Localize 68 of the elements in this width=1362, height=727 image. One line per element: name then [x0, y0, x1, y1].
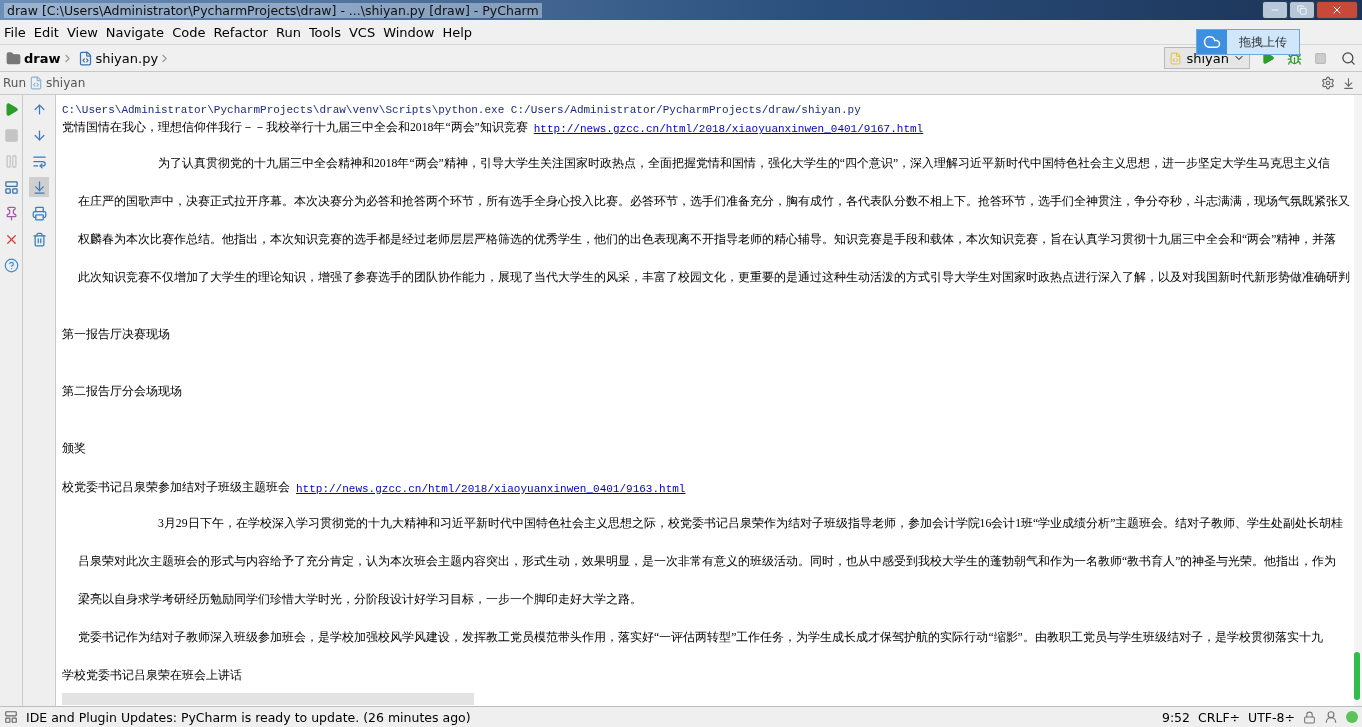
- panel-icon[interactable]: [4, 710, 18, 724]
- menu-item[interactable]: Navigate: [101, 24, 169, 40]
- run-panel-label: Run: [3, 76, 26, 90]
- status-message: IDE and Plugin Updates: PyCharm is ready to update. (26 minutes ago): [26, 709, 471, 725]
- scrollbar-thumb[interactable]: [1354, 652, 1360, 700]
- upload-tooltip[interactable]: 拖拽上传: [1196, 29, 1300, 55]
- folder-icon: [6, 50, 21, 66]
- pause-icon: [3, 153, 19, 169]
- paragraph-text: 为了认真贯彻党的十九届三中全会精神和2018年“两会”精神，引导大学生关注国家时政热点，全面把握党情和国情，强化大学生的“四个意识”，深入理解习近平新时代中国特色社会主义思想，进一步坚定大学生马克思主义信: [158, 156, 1331, 171]
- help-icon: [3, 257, 19, 273]
- close-icon: [1331, 4, 1343, 16]
- menu-item[interactable]: Window: [379, 24, 439, 40]
- maximize-button[interactable]: [1289, 1, 1315, 19]
- file-encoding[interactable]: UTF-8÷: [1248, 709, 1295, 725]
- menu-item[interactable]: Run: [271, 24, 305, 40]
- paragraph-text: 党委书记作为结对子教师深入班级参加班会，是学校加强校风学风建设，发挥教工党员模范带头作用，落实好“一评估两转型”工作任务，为学生成长成才保驾护航的实际行动“缩影”。由教职工党员与学生班级结对子，是学校贯彻落实十九: [78, 630, 1323, 645]
- paragraph-text: 3月29日下午，在学校深入学习贯彻党的十九大精神和习近平新时代中国特色社会主义思想之际，校党委书记吕泉荣作为结对子班级指导老师，参加会计学院16会计1班“学业成绩分析”主题班会。结对子教师、学生处副处长胡桂: [158, 516, 1344, 531]
- breadcrumb[interactable]: draw: [24, 50, 61, 66]
- menu-item[interactable]: Code: [168, 24, 210, 40]
- python-file-icon: [77, 50, 93, 66]
- caption-text: 学校党委书记吕泉荣在班会上讲话: [62, 668, 242, 683]
- run-icon: [3, 101, 19, 117]
- pin-icon: [3, 205, 19, 221]
- breadcrumb[interactable]: shiyan.py: [95, 50, 159, 66]
- layout-icon: [3, 179, 19, 195]
- person-icon[interactable]: [1324, 710, 1338, 724]
- paragraph-text: 此次知识竞赛不仅增加了大学生的理论知识，增强了参赛选手的团队协作能力，展现了当代大学生的风采，丰富了校园文化，更重要的是通过这种生动活泼的方式引导大学生对国家时政热点进行深入了解，以及对我国新时代新形势做准确研判: [78, 270, 1350, 285]
- cloud-icon: [1203, 33, 1221, 51]
- line-separator[interactable]: CRLF÷: [1198, 709, 1241, 725]
- paragraph-text: 吕泉荣对此次主题班会的形式与内容给予了充分肯定，认为本次班会主题内容突出，形式生动，效果明显，是一次非常有意义的班级活动。同时，也从中感受到我校大学生的蓬勃朝气和作为一名教师“教书育人”的神圣与光荣。他指出，作为: [78, 554, 1337, 569]
- run-tab[interactable]: shiyan: [46, 76, 86, 90]
- trash-icon: [31, 231, 47, 247]
- menu-item[interactable]: View: [62, 24, 102, 40]
- print-icon: [31, 205, 47, 221]
- paragraph-text: 在庄严的国歌声中，决赛正式拉开序幕。本次决赛分为必答和抢答两个环节，所有选手全身心投入比赛。必答环节，选手们准备充分，胸有成竹，各代表队分数不相上下。抢答环节，选手们全神贯注，争分夺秒，斗志满满，现场气氛既紧张又: [78, 194, 1350, 209]
- menu-item[interactable]: Help: [438, 24, 477, 40]
- close-button[interactable]: [1316, 1, 1358, 19]
- news-title: 党情国情在我心，理想信仰伴我行－－我校举行十九届三中全会和2018年“两会”知识竞赛: [62, 120, 528, 135]
- caption-text: 第一报告厅决赛现场: [62, 327, 170, 342]
- menu-item[interactable]: VCS: [344, 24, 380, 40]
- python-file-icon: [1169, 51, 1183, 65]
- menu-item[interactable]: File: [0, 24, 30, 40]
- news-title: 校党委书记吕泉荣参加结对子班级主题班会: [62, 480, 290, 495]
- news-link[interactable]: http://news.gzcc.cn/html/2018/xiaoyuanxinwen_0401/9163.html: [296, 483, 686, 495]
- window-title: draw [C:\Users\Administrator\PycharmProjects\draw] - ...\shiyan.py [draw] - PyCharm: [4, 2, 542, 18]
- search-icon: [1340, 50, 1356, 66]
- arrow-down-icon: [31, 127, 47, 143]
- menu-item[interactable]: Tools: [304, 24, 345, 40]
- lock-icon[interactable]: [1303, 710, 1316, 724]
- caption-text: 颁奖: [62, 441, 86, 456]
- event-indicator-icon[interactable]: [1346, 711, 1358, 723]
- settings-icon: [1321, 76, 1335, 90]
- paragraph-text: 权麟春为本次比赛作总结。他指出，本次知识竞赛的选手都是经过老师层层严格筛选的优秀学生，他们的出色表现离不开指导老师的精心辅导。知识竞赛是手段和载体，本次知识竞赛，旨在认真学习贯彻十九届三中全会和“两会”精神，并落: [78, 232, 1337, 247]
- paragraph-text: 梁亮以自身求学考研经历勉励同学们珍惜大学时光，分阶段设计好学习目标，一步一个脚印走好大学之路。: [78, 592, 642, 607]
- wrap-icon: [31, 153, 47, 169]
- menu-item[interactable]: Refactor: [209, 24, 272, 40]
- scroll-end-button[interactable]: [29, 177, 49, 197]
- minimize-button[interactable]: [1262, 1, 1288, 19]
- menu-item[interactable]: Edit: [29, 24, 63, 40]
- arrow-down-to-line-icon: [1341, 76, 1355, 90]
- stop-icon: [1313, 51, 1327, 65]
- cursor-position[interactable]: 9:52: [1161, 709, 1191, 725]
- python-file-icon: [29, 76, 43, 90]
- caption-text: 第二报告厅分会场现场: [62, 384, 182, 399]
- restore-icon: [1297, 5, 1307, 15]
- news-link[interactable]: http://news.gzcc.cn/html/2018/xiaoyuanxinwen_0401/9167.html: [533, 123, 924, 135]
- stop-icon: [3, 127, 19, 143]
- command-line: C:\Users\Administrator\PycharmProjects\draw\venv\Scripts\python.exe C:/Users/Administrator/PycharmProjects/draw/shiyan.py: [62, 104, 861, 116]
